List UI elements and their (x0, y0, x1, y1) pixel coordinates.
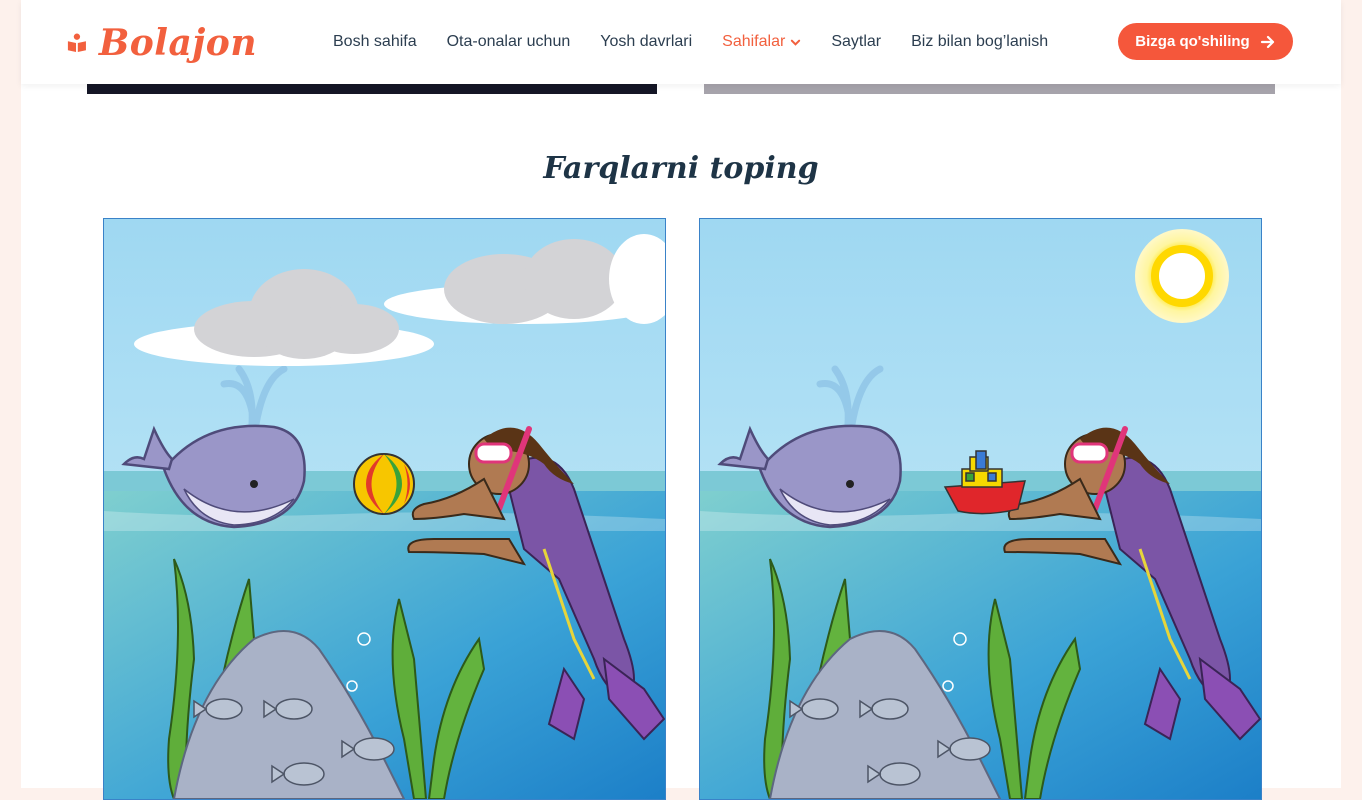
brand-logo[interactable]: Bolajon (67, 18, 257, 68)
nav-item-home[interactable]: Bosh sahifa (333, 33, 417, 51)
puzzle-image-right[interactable] (699, 218, 1262, 800)
nav-item-ages[interactable]: Yosh davrlari (600, 33, 692, 51)
nav-label: Bosh sahifa (333, 33, 417, 50)
nav-item-parents[interactable]: Ota-onalar uchun (447, 33, 571, 51)
previous-image-bottom-left (87, 84, 657, 94)
nav-label: Saytlar (831, 33, 882, 50)
brand-name: Bolajon (98, 22, 257, 64)
scene-right (700, 219, 1261, 799)
beach-ball-icon (353, 453, 415, 515)
nav-label: Biz bilan bog’lanish (911, 33, 1049, 50)
arrow-right-icon (1260, 35, 1274, 48)
nav-label: Ota-onalar uchun (446, 33, 571, 50)
main-nav: Bosh sahifa Ota-onalar uchun Yosh davrla… (333, 0, 1078, 84)
logo-book-icon (67, 33, 86, 53)
join-button[interactable]: Bizga qo'shiling (1118, 23, 1293, 60)
puzzle-image-left[interactable] (103, 218, 666, 800)
nav-item-pages[interactable]: Sahifalar (722, 33, 801, 51)
section-title: Farqlarni toping (543, 150, 819, 186)
site-header: Bolajon Bosh sahifa Ota-onalar uchun Yos… (21, 0, 1341, 84)
join-button-label: Bizga qo'shiling (1135, 33, 1250, 50)
previous-image-bottom-right (704, 84, 1275, 94)
sun-icon (1135, 229, 1229, 323)
nav-label: Sahifalar (722, 33, 786, 50)
nav-item-contact[interactable]: Biz bilan bog’lanish (911, 33, 1048, 51)
scene-left (104, 219, 665, 799)
nav-label: Yosh davrlari (600, 33, 693, 50)
chevron-down-icon (791, 39, 801, 46)
nav-item-sites[interactable]: Saytlar (831, 33, 881, 51)
